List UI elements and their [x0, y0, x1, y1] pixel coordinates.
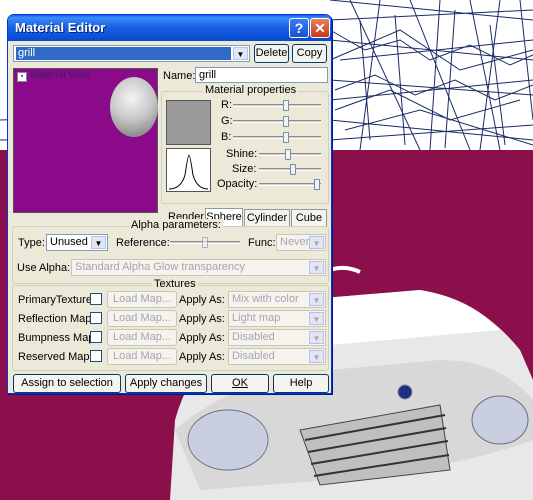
- material-select[interactable]: grill ▼: [13, 45, 250, 62]
- apply-as-label: Apply As:: [179, 294, 225, 306]
- b-slider-track[interactable]: [233, 136, 321, 139]
- r-slider-track[interactable]: [233, 104, 321, 107]
- reference-label: Reference:: [116, 237, 170, 249]
- preview-sphere: [110, 77, 158, 137]
- shine-label: Shine:: [226, 148, 258, 160]
- func-label: Func:: [248, 237, 276, 249]
- help-title-button[interactable]: ?: [289, 18, 309, 38]
- material-view-title: Material View: [30, 70, 90, 81]
- size-slider-thumb[interactable]: [290, 164, 296, 175]
- load-map-button: Load Map...: [107, 348, 177, 365]
- load-map-button: Load Map...: [107, 329, 177, 346]
- apply-as-value: Light map: [232, 312, 281, 324]
- close-button[interactable]: ✕: [310, 18, 330, 38]
- apply-as-select: Light map ▼: [228, 310, 326, 327]
- material-properties-title: Material properties: [203, 84, 299, 96]
- name-input[interactable]: grill: [195, 67, 328, 83]
- shine-curve-preview: [166, 148, 211, 192]
- name-label: Name:: [163, 70, 196, 82]
- opacity-slider-thumb[interactable]: [314, 179, 320, 190]
- material-select-value: grill: [16, 47, 231, 60]
- chevron-down-icon: ▼: [309, 293, 324, 306]
- apply-as-label: Apply As:: [179, 351, 225, 363]
- copy-button[interactable]: Copy: [292, 44, 327, 63]
- ok-button[interactable]: OK: [211, 374, 269, 393]
- color-swatch[interactable]: [166, 100, 211, 145]
- alpha-parameters-title: Alpha parameters:: [129, 219, 223, 231]
- window-title: Material Editor: [15, 20, 106, 35]
- chevron-down-icon[interactable]: ▼: [91, 236, 106, 249]
- material-view-icon: ▪: [17, 72, 27, 82]
- r-slider-thumb[interactable]: [283, 100, 289, 111]
- name-input-value: grill: [199, 69, 217, 81]
- texture-label: Reflection Map: [18, 313, 92, 325]
- g-label: G:: [221, 115, 233, 127]
- delete-button[interactable]: Delete: [254, 44, 289, 63]
- textures-title: Textures: [152, 278, 198, 290]
- alpha-type-value: Unused: [50, 236, 88, 248]
- apply-changes-button[interactable]: Apply changes: [125, 374, 207, 393]
- chevron-down-icon: ▼: [309, 331, 324, 344]
- help-button[interactable]: Help: [273, 374, 329, 393]
- load-map-button: Load Map...: [107, 291, 177, 308]
- use-alpha-value: Standard Alpha Glow transparency: [75, 261, 245, 273]
- r-label: R:: [221, 99, 232, 111]
- b-slider-thumb[interactable]: [283, 132, 289, 143]
- chevron-down-icon: ▼: [309, 236, 324, 249]
- tab-cube[interactable]: Cube: [291, 209, 327, 227]
- title-bar[interactable]: Material Editor ? ✕: [8, 15, 331, 41]
- apply-as-select: Disabled ▼: [228, 348, 326, 365]
- use-alpha-select: Standard Alpha Glow transparency ▼: [71, 259, 326, 276]
- reference-slider-thumb: [202, 237, 208, 248]
- chevron-down-icon[interactable]: ▼: [233, 47, 248, 60]
- tab-cylinder[interactable]: Cylinder: [244, 209, 290, 227]
- opacity-label: Opacity:: [217, 178, 258, 190]
- texture-label: PrimaryTexture: [18, 294, 92, 306]
- shine-curve-graph: [168, 154, 209, 190]
- opacity-slider-track[interactable]: [259, 183, 321, 186]
- material-editor-window: Material Editor ? ✕ grill ▼ Delete Copy …: [7, 14, 332, 394]
- apply-as-label: Apply As:: [179, 332, 225, 344]
- texture-label: Reserved Map: [18, 351, 90, 363]
- texture-checkbox[interactable]: [90, 331, 102, 343]
- apply-as-select: Mix with color ▼: [228, 291, 326, 308]
- texture-checkbox[interactable]: [90, 350, 102, 362]
- texture-checkbox[interactable]: [90, 312, 102, 324]
- func-select: Never ▼: [276, 234, 326, 251]
- b-label: B:: [221, 131, 232, 143]
- apply-as-value: Disabled: [232, 350, 275, 362]
- g-slider-track[interactable]: [233, 120, 321, 123]
- chevron-down-icon: ▼: [309, 261, 324, 274]
- apply-as-value: Mix with color: [232, 293, 299, 305]
- apply-as-label: Apply As:: [179, 313, 225, 325]
- chevron-down-icon: ▼: [309, 350, 324, 363]
- chevron-down-icon: ▼: [309, 312, 324, 325]
- texture-label: Bumpness Map: [18, 332, 95, 344]
- size-label: Size:: [232, 163, 257, 175]
- func-value: Never: [280, 236, 310, 248]
- g-slider-thumb[interactable]: [283, 116, 289, 127]
- apply-as-select: Disabled ▼: [228, 329, 326, 346]
- use-alpha-label: Use Alpha:: [17, 262, 71, 274]
- assign-to-selection-button[interactable]: Assign to selection: [13, 374, 121, 393]
- type-label: Type:: [18, 237, 45, 249]
- alpha-type-select[interactable]: Unused ▼: [46, 234, 108, 251]
- apply-as-value: Disabled: [232, 331, 275, 343]
- material-view-preview[interactable]: ▪ Material View: [13, 68, 158, 213]
- load-map-button: Load Map...: [107, 310, 177, 327]
- shine-slider-thumb[interactable]: [285, 149, 291, 160]
- texture-checkbox[interactable]: [90, 293, 102, 305]
